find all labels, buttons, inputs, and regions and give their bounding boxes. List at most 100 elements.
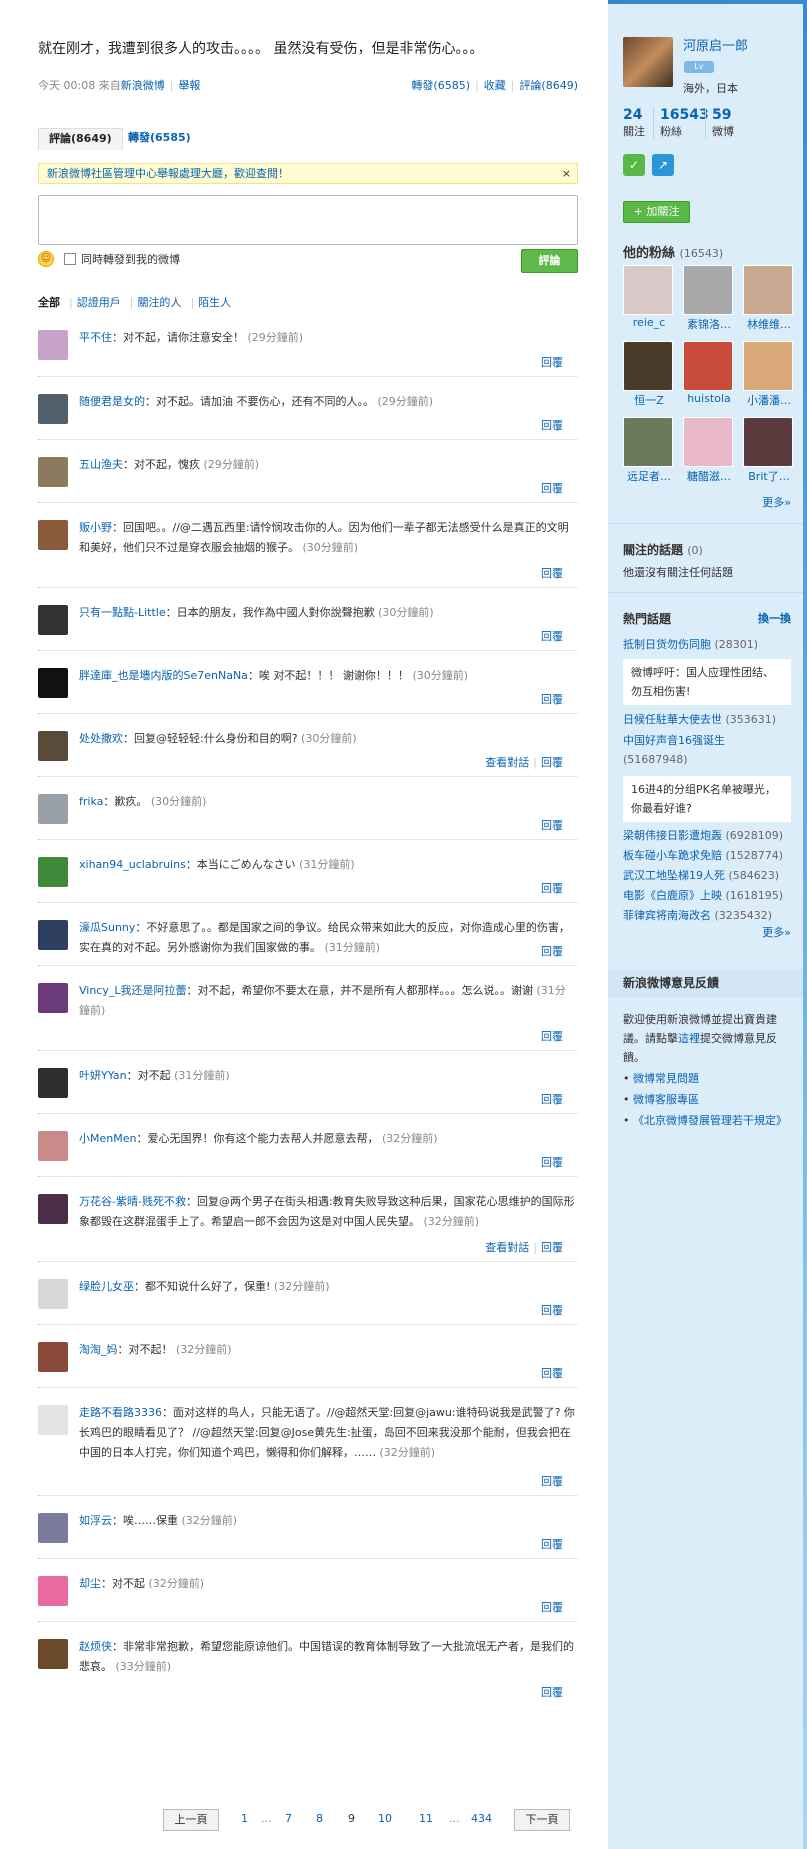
fan-avatar[interactable] [683, 265, 733, 315]
fan-name[interactable]: 恒一Z [623, 392, 675, 408]
commenter-name[interactable]: 处处撒欢 [79, 732, 123, 745]
commenter-name[interactable]: 叶妍YYan [79, 1069, 127, 1082]
commenter-name[interactable]: 绿脸儿女巫 [79, 1280, 134, 1293]
commenter-avatar[interactable] [38, 1405, 68, 1435]
commenter-avatar[interactable] [38, 983, 68, 1013]
commenter-avatar[interactable] [38, 1639, 68, 1669]
reply-link[interactable]: 回覆 [541, 945, 563, 958]
fan-name[interactable]: 远足者… [623, 468, 675, 484]
view-conversation-link[interactable]: 查看對話 [485, 756, 529, 769]
commenter-avatar[interactable] [38, 605, 68, 635]
reply-link[interactable]: 回覆 [541, 693, 563, 706]
commenter-name[interactable]: frika [79, 795, 103, 808]
reply-link[interactable]: 回覆 [541, 1304, 563, 1317]
commenter-name[interactable]: 万花谷-紫晴-贱死不救 [79, 1195, 186, 1208]
fan-avatar[interactable] [623, 341, 673, 391]
page-link-1[interactable]: 1 [241, 1812, 248, 1825]
reply-link[interactable]: 回覆 [541, 1686, 563, 1699]
commenter-avatar[interactable] [38, 794, 68, 824]
hot-topics-more-link[interactable]: 更多» [762, 924, 791, 940]
commenter-name[interactable]: 却尘 [79, 1577, 101, 1590]
share-icon[interactable]: ↗ [652, 154, 674, 176]
page-link-434[interactable]: 434 [471, 1812, 492, 1825]
fan-avatar[interactable] [683, 417, 733, 467]
reply-link[interactable]: 回覆 [541, 1538, 563, 1551]
commenter-avatar[interactable] [38, 920, 68, 950]
reply-link[interactable]: 回覆 [541, 356, 563, 369]
commenter-name[interactable]: 赵烦侠 [79, 1640, 112, 1653]
comment-link[interactable]: 評論(8649) [519, 79, 578, 92]
report-link[interactable]: 舉報 [178, 79, 200, 92]
commenter-name[interactable]: 只有一點點-Little [79, 606, 166, 619]
refresh-topics-link[interactable]: 換一換 [758, 610, 791, 626]
avatar[interactable] [623, 37, 673, 87]
commenter-name[interactable]: 平不住 [79, 331, 112, 344]
page-link-10[interactable]: 10 [378, 1812, 392, 1825]
commenter-avatar[interactable] [38, 857, 68, 887]
commenter-name[interactable]: 走路不看路3336 [79, 1406, 162, 1419]
close-icon[interactable]: × [562, 164, 571, 183]
reply-link[interactable]: 回覆 [541, 630, 563, 643]
fan-avatar[interactable] [623, 265, 673, 315]
favorite-link[interactable]: 收藏 [484, 79, 506, 92]
tab-reposts[interactable]: 轉發(6585) [118, 128, 201, 150]
emoticon-icon[interactable]: ☺ [38, 251, 54, 267]
filter-verified[interactable]: 認證用戶 [77, 296, 121, 309]
fan-item[interactable]: reie_c [623, 265, 675, 329]
page-link-7[interactable]: 7 [285, 1812, 292, 1825]
submit-comment-button[interactable]: 評論 [521, 249, 578, 273]
reply-link[interactable]: 回覆 [541, 1030, 563, 1043]
faq-link[interactable]: • 微博常見問題 [623, 1069, 795, 1088]
hot-topic-item[interactable]: 电影《白鹿原》上映 (1618195) [623, 886, 798, 905]
next-page-button[interactable]: 下一頁 [514, 1809, 570, 1831]
reply-link[interactable]: 回覆 [541, 1241, 563, 1254]
commenter-name[interactable]: Vincy_L我还是阿拉蕾 [79, 984, 187, 997]
commenter-avatar[interactable] [38, 1068, 68, 1098]
hot-topic-item[interactable]: 武汉工地坠梯19人死 (584623) [623, 866, 798, 885]
fan-avatar[interactable] [743, 417, 793, 467]
fan-item[interactable]: 远足者… [623, 417, 675, 484]
hot-topic-item[interactable]: 抵制日货勿伤同胞 (28301) [623, 635, 798, 654]
fan-name[interactable]: 素锦洛… [683, 316, 735, 332]
fan-item[interactable]: 小潘潘… [743, 341, 795, 408]
hot-topic-item[interactable]: 板车碰小车跪求免赔 (1528774) [623, 846, 798, 865]
commenter-name[interactable]: 五山渔夫 [79, 458, 123, 471]
commenter-name[interactable]: 随便君是女的 [79, 395, 145, 408]
support-link[interactable]: • 微博客服專區 [623, 1090, 795, 1109]
fan-item[interactable]: 林维维… [743, 265, 795, 332]
stat-following[interactable]: 24 關注 [623, 107, 645, 139]
fan-name[interactable]: huistola [683, 392, 735, 405]
reply-link[interactable]: 回覆 [541, 567, 563, 580]
commenter-avatar[interactable] [38, 1576, 68, 1606]
view-conversation-link[interactable]: 查看對話 [485, 1241, 529, 1254]
reply-link[interactable]: 回覆 [541, 1367, 563, 1380]
commenter-avatar[interactable] [38, 1131, 68, 1161]
reply-link[interactable]: 回覆 [541, 882, 563, 895]
stat-weibo[interactable]: 59 微博 [705, 107, 734, 139]
hot-topic-item[interactable]: 菲律宾将南海改名 (3235432) [623, 906, 798, 925]
fan-item[interactable]: huistola [683, 341, 735, 405]
reply-link[interactable]: 回覆 [541, 756, 563, 769]
reply-link[interactable]: 回覆 [541, 1475, 563, 1488]
regulations-link[interactable]: • 《北京微博發展管理若干規定》 [623, 1111, 795, 1130]
reply-link[interactable]: 回覆 [541, 1156, 563, 1169]
sync-repost-checkbox[interactable] [64, 253, 76, 265]
reply-link[interactable]: 回覆 [541, 819, 563, 832]
commenter-avatar[interactable] [38, 520, 68, 550]
fan-item[interactable]: Brit了… [743, 417, 795, 484]
fan-avatar[interactable] [623, 417, 673, 467]
post-source-link[interactable]: 新浪微博 [121, 79, 165, 92]
filter-strangers[interactable]: 陌生人 [198, 296, 231, 309]
commenter-avatar[interactable] [38, 1342, 68, 1372]
page-link-11[interactable]: 11 [419, 1812, 433, 1825]
commenter-name[interactable]: 胖達庫_也是墻内版的Se7enNaNa [79, 669, 248, 682]
fan-name[interactable]: 小潘潘… [743, 392, 795, 408]
feedback-link[interactable]: 這裡 [678, 1032, 700, 1045]
fan-item[interactable]: 恒一Z [623, 341, 675, 408]
filter-all[interactable]: 全部 [38, 296, 60, 309]
fans-more-link[interactable]: 更多» [762, 494, 791, 510]
reply-link[interactable]: 回覆 [541, 1093, 563, 1106]
profile-name[interactable]: 河原启一郎 [683, 35, 748, 54]
fan-avatar[interactable] [683, 341, 733, 391]
commenter-avatar[interactable] [38, 330, 68, 360]
